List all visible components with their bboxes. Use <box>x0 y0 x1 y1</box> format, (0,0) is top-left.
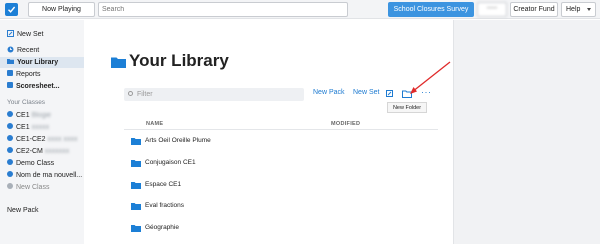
folder-name: Arts Oeil Oreille Plume <box>145 137 211 144</box>
scoresheet-icon <box>7 82 13 89</box>
creator-fund-button[interactable]: Creator Fund <box>510 2 558 17</box>
more-options-button[interactable]: ··· <box>421 87 432 97</box>
sidebar-item-label: Reports <box>16 71 41 78</box>
page-title: Your Library <box>129 51 229 70</box>
folder-icon <box>131 203 141 210</box>
class-dot-icon <box>7 123 13 130</box>
folder-name: Espace CE1 <box>145 181 182 188</box>
class-dot-icon <box>7 135 13 142</box>
filter-input[interactable]: Filter <box>124 88 304 101</box>
new-folder-icon[interactable] <box>402 90 412 98</box>
new-folder-tooltip: New Folder <box>387 102 427 113</box>
folder-icon <box>131 138 141 145</box>
class-item[interactable]: CE2-CM xxxxxxx <box>0 146 84 157</box>
sidebar-new-pack[interactable]: New Pack <box>0 205 84 216</box>
class-item-demo[interactable]: Demo Class <box>0 158 84 169</box>
class-label: CE2-CM <box>16 148 43 155</box>
edit-icon <box>7 29 14 37</box>
header-divider <box>124 129 438 130</box>
help-menu-button[interactable]: Help <box>561 2 596 17</box>
school-closures-survey-button[interactable]: School Closures Survey <box>388 2 474 17</box>
sidebar-new-pack-label: New Pack <box>7 207 39 214</box>
column-header-name[interactable]: NAME <box>146 121 163 127</box>
help-label: Help <box>566 6 581 13</box>
library-folder-icon <box>111 57 126 68</box>
add-icon <box>7 183 13 190</box>
sidebar-item-label: Your Library <box>17 59 59 66</box>
class-label: CE1-CE2 <box>16 136 46 143</box>
sidebar-item-recent[interactable]: Recent <box>0 45 84 56</box>
new-pack-button[interactable]: New Pack <box>313 89 345 96</box>
reports-icon <box>7 70 13 77</box>
class-name-redacted: Blogie <box>31 112 52 119</box>
folder-icon <box>131 182 141 189</box>
folder-icon <box>7 59 14 65</box>
folder-name: Conjugaison CE1 <box>145 159 196 166</box>
sidebar-new-set-label: New Set <box>17 31 44 38</box>
class-item[interactable]: CE1 Blogie <box>0 110 84 121</box>
class-label: CE1 <box>16 112 30 119</box>
class-name-redacted: xxxxx <box>31 124 50 131</box>
app-logo-icon[interactable] <box>5 3 18 16</box>
now-playing-button[interactable]: Now Playing <box>28 2 95 17</box>
sidebar-item-label: Scoresheet... <box>16 83 60 90</box>
search-input[interactable] <box>98 2 348 17</box>
class-dot-icon <box>7 147 13 154</box>
class-dot-icon <box>7 159 13 166</box>
clock-icon <box>7 46 14 53</box>
chevron-down-icon <box>587 8 591 11</box>
class-item-nouvelle[interactable]: Nom de ma nouvell... <box>0 170 84 181</box>
class-dot-icon <box>7 171 13 178</box>
your-classes-heading: Your Classes <box>7 99 46 106</box>
folder-name: Géographie <box>145 224 179 231</box>
new-set-label: New Set <box>353 89 380 96</box>
search-icon <box>128 91 133 96</box>
class-item[interactable]: CE1-CE2 xxxx xxxx <box>0 134 84 145</box>
sidebar-item-reports[interactable]: Reports <box>0 69 84 80</box>
sidebar-item-your-library[interactable]: Your Library <box>0 57 84 68</box>
column-header-modified[interactable]: MODIFIED <box>331 121 360 127</box>
class-label: Demo Class <box>16 160 55 167</box>
new-set-button[interactable]: New Set <box>353 89 379 96</box>
sidebar-new-set[interactable]: New Set <box>0 29 84 40</box>
right-pane <box>453 20 600 244</box>
folder-icon <box>131 160 141 167</box>
class-item[interactable]: CE1 xxxxx <box>0 122 84 133</box>
folder-icon <box>131 225 141 232</box>
sidebar-item-scoresheet[interactable]: Scoresheet... <box>0 81 84 92</box>
class-label: CE1 <box>16 124 30 131</box>
edit-icon[interactable] <box>386 90 393 97</box>
class-label: New Class <box>16 184 50 191</box>
folder-name: Eval fractions <box>145 202 185 209</box>
sidebar-item-label: Recent <box>17 47 40 54</box>
top-bar: Now Playing School Closures Survey •••••… <box>0 0 600 19</box>
class-label: Nom de ma nouvell... <box>16 172 83 179</box>
class-name-redacted: xxxxxxx <box>44 148 70 155</box>
class-dot-icon <box>7 111 13 118</box>
filter-placeholder: Filter <box>137 91 153 98</box>
class-name-redacted: xxxx xxxx <box>47 136 78 143</box>
new-class-button[interactable]: New Class <box>0 182 84 193</box>
user-account-button[interactable]: ••••• <box>477 2 507 17</box>
